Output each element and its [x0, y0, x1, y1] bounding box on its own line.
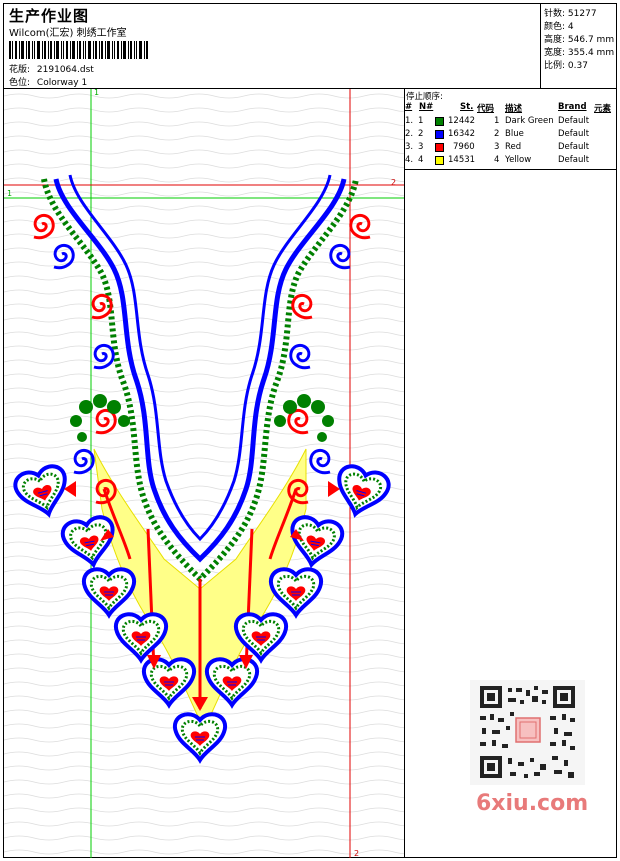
legend-head-st: St. — [460, 102, 474, 112]
legend-head-brand: Brand — [558, 102, 587, 112]
legend-row: 1. 1 12442 1 Dark Green Default — [405, 116, 617, 128]
stat-label: 高度: — [544, 35, 566, 45]
legend-head-n: N# — [419, 102, 434, 112]
row-code: 3 — [494, 142, 500, 152]
watermark-logo: 6xiu.com — [476, 791, 589, 816]
design-preview: 1 1 2 2 — [4, 89, 405, 858]
stat-height: 高度: 546.7 mm — [544, 32, 614, 45]
row-brand: Default — [558, 155, 590, 165]
row-desc: Red — [505, 142, 522, 152]
stat-value: 546.7 mm — [567, 35, 615, 45]
stat-value: 4 — [567, 22, 574, 32]
row-st: 12442 — [448, 116, 476, 126]
design-file-name: 2191064.dst — [36, 65, 94, 75]
stat-scale: 比例: 0.37 — [544, 58, 588, 71]
color-swatch — [435, 130, 444, 139]
guide-label-h1: 1 — [7, 189, 12, 198]
row-code: 4 — [494, 155, 500, 165]
stat-colors: 颜色: 4 — [544, 19, 574, 32]
row-st: 7960 — [453, 142, 475, 152]
legend-head-elem: 元素 — [594, 104, 612, 114]
row-num: 4. — [405, 155, 414, 165]
legend-head-num: # — [405, 102, 413, 112]
design-file-line: 花版: 2191064.dst — [9, 62, 94, 75]
color-legend: 停止顺序: # N# St. 代码 描述 Brand 元素 1. 1 12442… — [405, 89, 617, 170]
legend-row: 3. 3 7960 3 Red Default — [405, 142, 617, 154]
embroidery-drawing: 1 1 2 2 — [4, 89, 404, 858]
row-n: 1 — [418, 116, 424, 126]
row-st: 16342 — [448, 129, 476, 139]
page-title: 生产作业图 — [9, 7, 90, 25]
row-desc: Yellow — [505, 155, 532, 165]
stat-stitches: 针数: 51277 — [544, 6, 597, 19]
guide-label-v1: 1 — [94, 89, 99, 97]
stat-label: 宽度: — [544, 48, 566, 58]
row-st: 14531 — [448, 155, 476, 165]
color-swatch — [435, 143, 444, 152]
stat-value: 0.37 — [567, 61, 588, 71]
colorway-line: 色位: Colorway 1 — [9, 75, 87, 88]
header-panel: 生产作业图 Wilcom(汇宏) 刺绣工作室 花版: 2191064.dst 色… — [4, 4, 541, 89]
stat-label: 针数: — [544, 9, 566, 19]
row-code: 2 — [494, 129, 500, 139]
colorway-label: 色位: — [9, 78, 31, 88]
row-n: 4 — [418, 155, 424, 165]
row-desc: Dark Green — [505, 116, 554, 126]
legend-title: 停止顺序: — [406, 92, 443, 102]
legend-head-code: 代码 — [477, 104, 495, 114]
barcode-image — [9, 41, 148, 59]
stat-label: 比例: — [544, 61, 566, 71]
row-desc: Blue — [505, 129, 524, 139]
row-brand: Default — [558, 142, 590, 152]
colorway-name: Colorway 1 — [36, 78, 88, 88]
row-code: 1 — [494, 116, 500, 126]
design-file-label: 花版: — [9, 65, 31, 75]
row-brand: Default — [558, 129, 590, 139]
row-n: 2 — [418, 129, 424, 139]
row-num: 1. — [405, 116, 414, 126]
stat-value: 51277 — [567, 9, 597, 19]
guide-label-h2: 2 — [391, 178, 396, 187]
color-swatch — [435, 117, 444, 126]
guide-label-v2: 2 — [354, 849, 359, 858]
legend-row: 2. 2 16342 2 Blue Default — [405, 129, 617, 141]
stat-label: 颜色: — [544, 22, 566, 32]
row-n: 3 — [418, 142, 424, 152]
legend-row: 4. 4 14531 4 Yellow Default — [405, 155, 617, 167]
color-swatch — [435, 156, 444, 165]
row-num: 2. — [405, 129, 414, 139]
company-name: Wilcom(汇宏) 刺绣工作室 — [9, 28, 127, 39]
stat-value: 355.4 mm — [567, 48, 615, 58]
row-num: 3. — [405, 142, 414, 152]
row-brand: Default — [558, 116, 590, 126]
stat-width: 宽度: 355.4 mm — [544, 45, 614, 58]
legend-head-desc: 描述 — [505, 104, 523, 114]
stats-panel: 针数: 51277 颜色: 4 高度: 546.7 mm 宽度: 355.4 m… — [541, 4, 617, 89]
qr-code-image — [470, 680, 585, 785]
